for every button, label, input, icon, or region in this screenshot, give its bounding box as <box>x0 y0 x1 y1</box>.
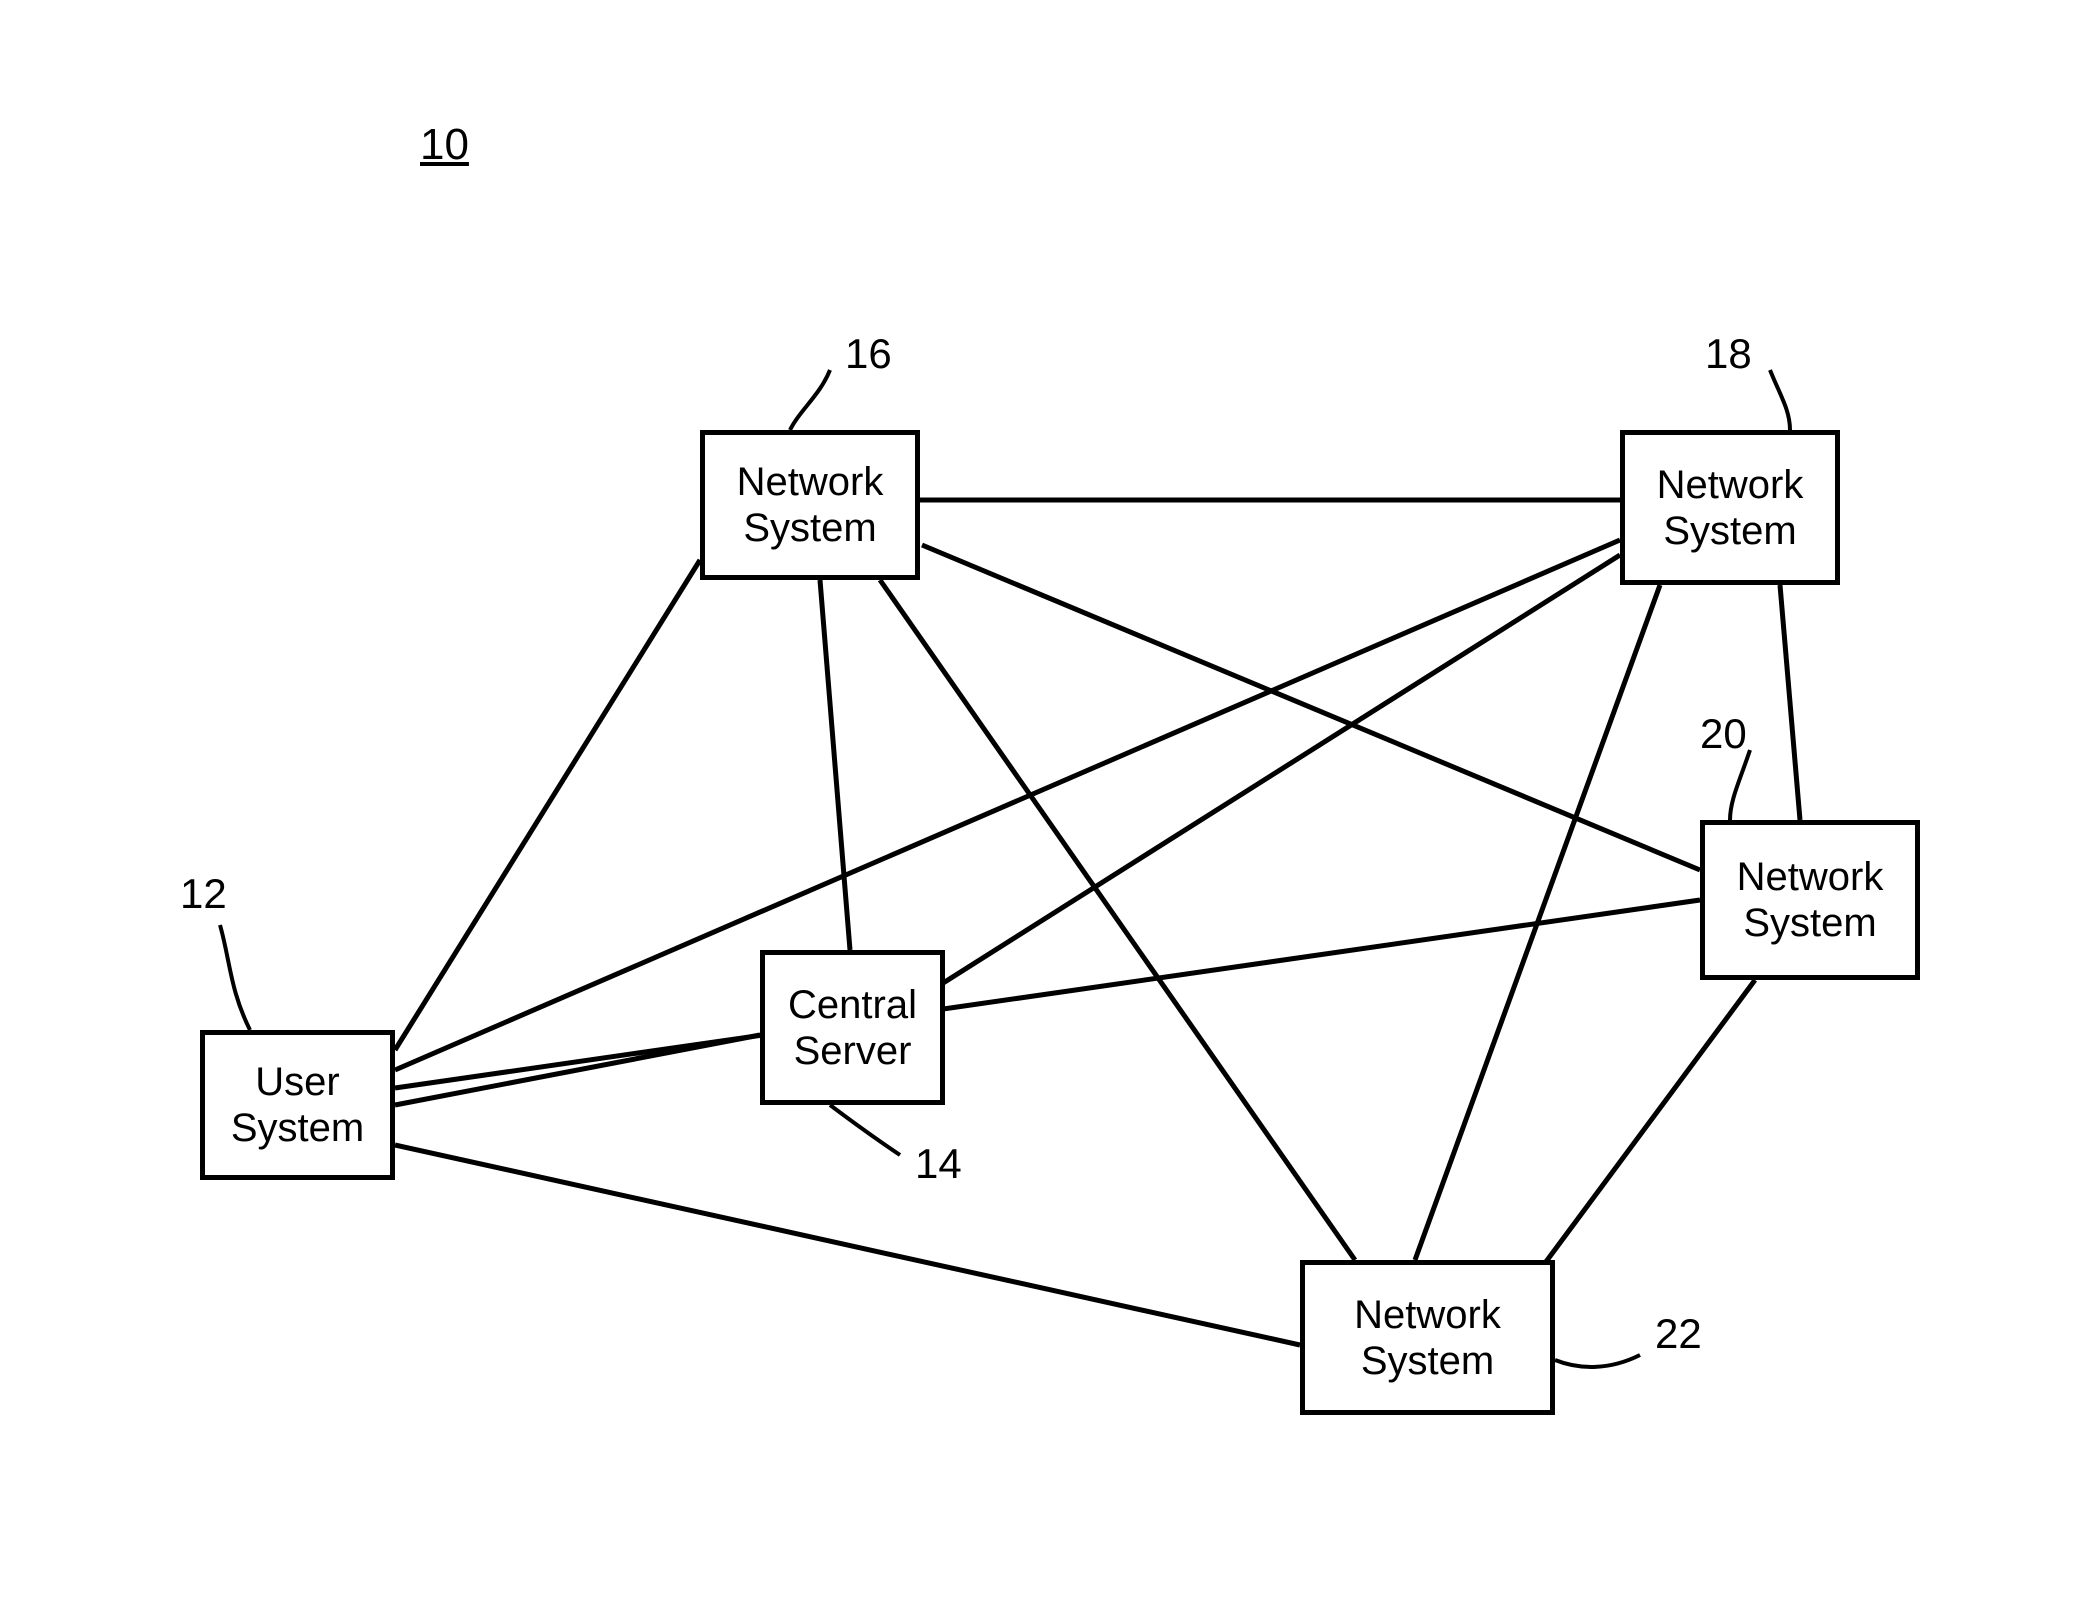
edge-net16-central <box>820 580 850 950</box>
leader-22 <box>1555 1355 1640 1367</box>
leader-16 <box>790 370 830 430</box>
ref-14: 14 <box>915 1140 962 1188</box>
node-network-system-16: NetworkSystem <box>700 430 920 580</box>
node-label: NetworkSystem <box>737 459 884 551</box>
ref-18: 18 <box>1705 330 1752 378</box>
leader-14 <box>830 1105 900 1155</box>
node-label: NetworkSystem <box>1354 1292 1501 1384</box>
node-network-system-22: NetworkSystem <box>1300 1260 1555 1415</box>
node-central-server: CentralServer <box>760 950 945 1105</box>
edge-user-central <box>395 1035 760 1105</box>
edge-user-net16 <box>395 560 700 1050</box>
diagram-canvas: 10 <box>0 0 2098 1611</box>
edge-net18-central <box>940 555 1620 985</box>
connections-layer <box>0 0 2098 1611</box>
edge-net18-net22 <box>1415 585 1660 1260</box>
ref-12: 12 <box>180 870 227 918</box>
leader-18 <box>1770 370 1790 430</box>
edge-user-net20 <box>395 900 1700 1088</box>
ref-22: 22 <box>1655 1310 1702 1358</box>
edge-net16-net20 <box>922 545 1700 870</box>
node-network-system-18: NetworkSystem <box>1620 430 1840 585</box>
edge-net20-net22 <box>1525 980 1755 1290</box>
ref-16: 16 <box>845 330 892 378</box>
node-user-system: UserSystem <box>200 1030 395 1180</box>
node-network-system-20: NetworkSystem <box>1700 820 1920 980</box>
edge-user-net22 <box>395 1145 1300 1345</box>
leader-12 <box>220 925 250 1030</box>
edge-net18-net20 <box>1780 585 1800 820</box>
node-label: NetworkSystem <box>1737 854 1884 946</box>
node-label: UserSystem <box>231 1059 364 1151</box>
node-label: CentralServer <box>788 982 917 1074</box>
ref-20: 20 <box>1700 710 1747 758</box>
edge-user-net18 <box>395 540 1620 1070</box>
leader-20 <box>1730 750 1750 820</box>
node-label: NetworkSystem <box>1657 462 1804 554</box>
figure-number: 10 <box>420 120 469 170</box>
